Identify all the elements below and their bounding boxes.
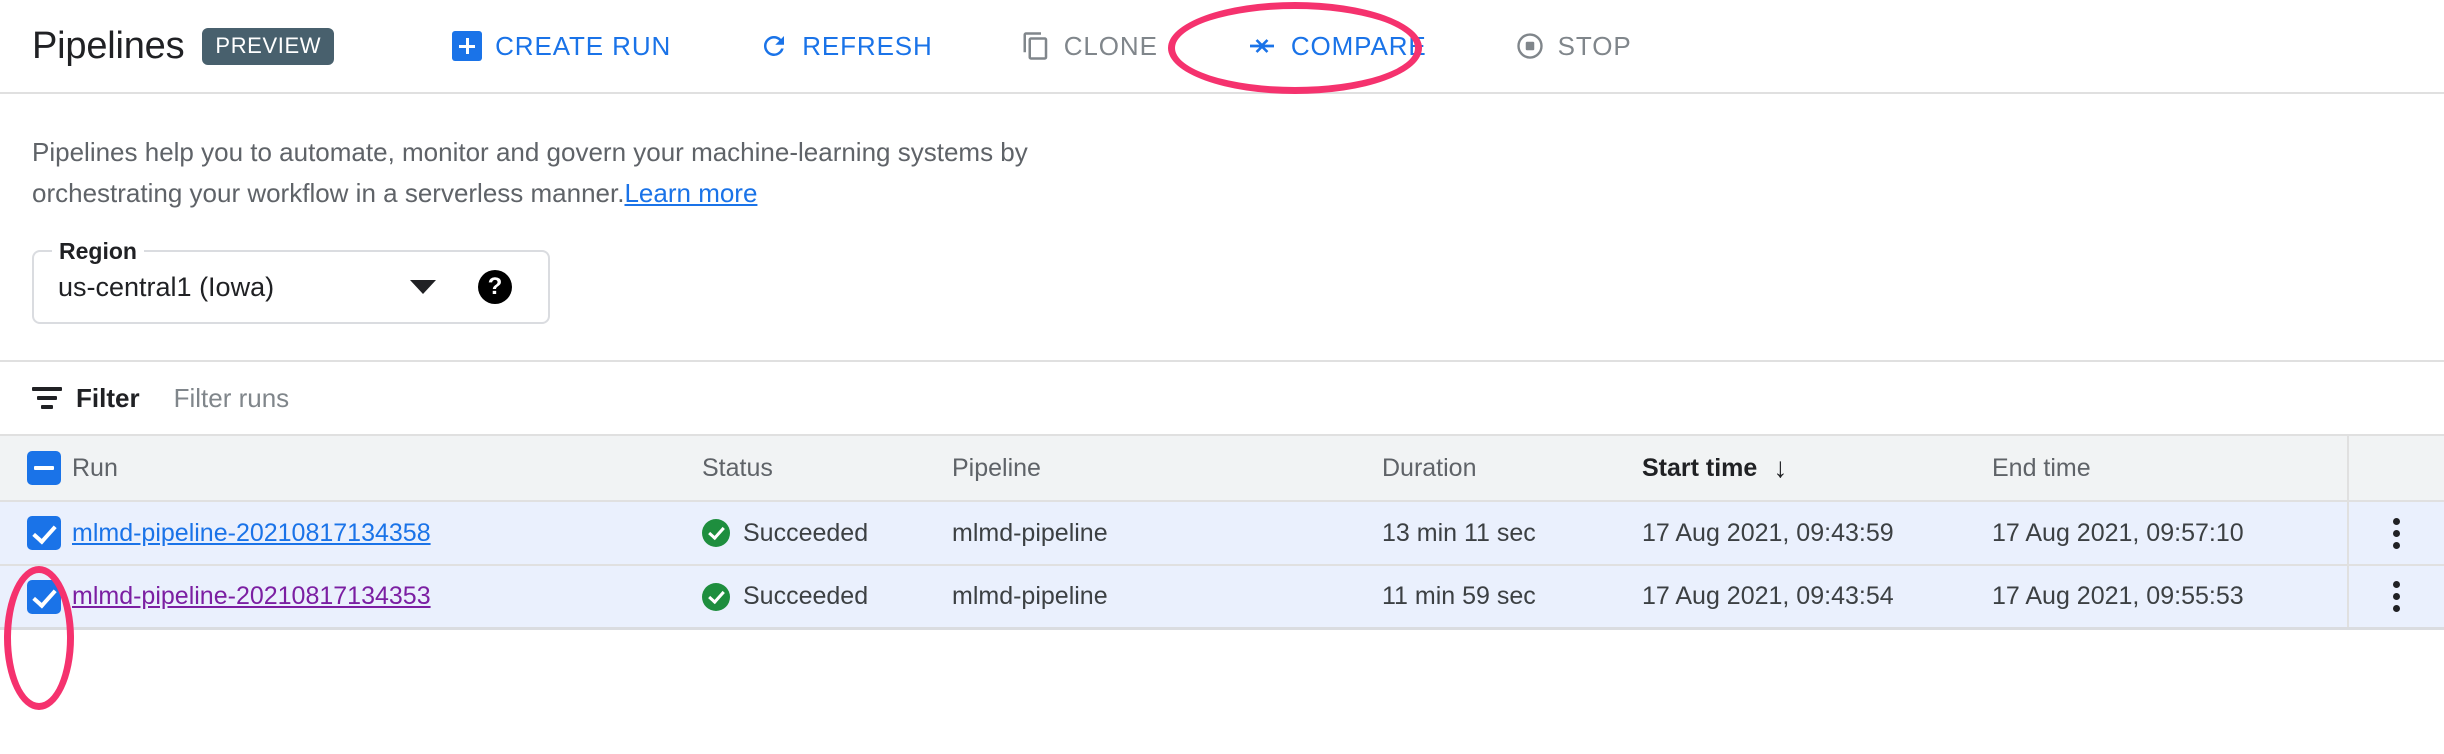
compare-button[interactable]: COMPARE [1224, 20, 1449, 72]
stop-label: STOP [1558, 31, 1632, 62]
select-all-cell [16, 451, 72, 485]
column-header-run[interactable]: Run [72, 454, 118, 482]
plus-box-icon [452, 31, 482, 61]
start-time-value: 17 Aug 2021, 09:43:54 [1642, 582, 1894, 610]
column-header-end-time[interactable]: End time [1992, 454, 2091, 482]
stop-circle-icon [1515, 31, 1545, 61]
column-header-duration[interactable]: Duration [1382, 454, 1477, 482]
learn-more-link[interactable]: Learn more [624, 178, 757, 208]
refresh-label: REFRESH [802, 31, 933, 62]
description-text: Pipelines help you to automate, monitor … [32, 137, 1028, 208]
help-icon[interactable]: ? [478, 270, 512, 304]
status-badge: Succeeded [702, 582, 952, 611]
description-section: Pipelines help you to automate, monitor … [0, 94, 2444, 214]
kebab-menu-icon[interactable] [2393, 518, 2400, 549]
page-title: Pipelines [32, 25, 184, 68]
pipeline-name: mlmd-pipeline [952, 582, 1108, 610]
row-actions-cell [2347, 502, 2444, 564]
status-badge: Succeeded [702, 519, 952, 548]
create-run-button[interactable]: CREATE RUN [430, 21, 693, 72]
region-label: Region [52, 238, 144, 264]
runs-table: Run Status Pipeline Duration Start time … [0, 434, 2444, 630]
pipeline-name: mlmd-pipeline [952, 519, 1108, 547]
column-header-start-time[interactable]: Start time ↓ [1642, 454, 1992, 483]
clone-label: CLONE [1064, 31, 1158, 62]
region-select[interactable]: Region us-central1 (Iowa) ? [32, 250, 550, 324]
region-section: Region us-central1 (Iowa) ? [0, 214, 2444, 324]
compare-label: COMPARE [1291, 31, 1427, 62]
region-selected-value: us-central1 (Iowa) [34, 272, 274, 303]
compare-arrows-icon [1246, 30, 1278, 62]
page-toolbar: Pipelines PREVIEW CREATE RUN REFRESH [0, 0, 2444, 94]
create-run-label: CREATE RUN [495, 31, 671, 62]
column-header-pipeline[interactable]: Pipeline [952, 454, 1041, 482]
start-time-value: 17 Aug 2021, 09:43:59 [1642, 519, 1894, 547]
clone-icon [1021, 31, 1051, 61]
check-circle-icon [702, 519, 730, 547]
run-name-link[interactable]: mlmd-pipeline-20210817134353 [72, 582, 431, 610]
sort-descending-arrow-icon: ↓ [1773, 454, 1787, 482]
end-time-value: 17 Aug 2021, 09:57:10 [1992, 519, 2244, 547]
refresh-button[interactable]: REFRESH [737, 21, 955, 72]
row-actions-header-cell [2347, 436, 2444, 500]
chevron-down-icon[interactable] [410, 280, 436, 294]
row-actions-cell [2347, 566, 2444, 627]
description-text-block: Pipelines help you to automate, monitor … [32, 132, 1132, 214]
table-row[interactable]: mlmd-pipeline-20210817134353 Succeeded m… [0, 566, 2444, 630]
filter-label: Filter [76, 383, 140, 414]
action-toolbar: CREATE RUN REFRESH CLONE [430, 20, 1653, 72]
refresh-icon [759, 31, 789, 61]
filter-bar: Filter Filter runs [0, 362, 2444, 434]
column-header-start-time-label: Start time [1642, 454, 1757, 483]
row-checkbox[interactable] [27, 516, 61, 550]
duration-value: 11 min 59 sec [1382, 582, 1536, 610]
filter-input[interactable]: Filter runs [174, 383, 290, 414]
row-select-cell [16, 580, 72, 614]
table-row[interactable]: mlmd-pipeline-20210817134358 Succeeded m… [0, 502, 2444, 566]
kebab-menu-icon[interactable] [2393, 581, 2400, 612]
filter-icon[interactable] [32, 387, 62, 409]
status-label: Succeeded [743, 582, 868, 611]
preview-badge: PREVIEW [202, 28, 334, 65]
status-label: Succeeded [743, 519, 868, 548]
clone-button: CLONE [999, 21, 1180, 72]
check-circle-icon [702, 583, 730, 611]
row-select-cell [16, 516, 72, 550]
end-time-value: 17 Aug 2021, 09:55:53 [1992, 582, 2244, 610]
duration-value: 13 min 11 sec [1382, 519, 1536, 547]
table-header-row: Run Status Pipeline Duration Start time … [0, 436, 2444, 502]
column-header-status[interactable]: Status [702, 454, 773, 482]
run-name-link[interactable]: mlmd-pipeline-20210817134358 [72, 519, 431, 547]
row-checkbox[interactable] [27, 580, 61, 614]
stop-button: STOP [1493, 21, 1654, 72]
select-all-checkbox[interactable] [27, 451, 61, 485]
